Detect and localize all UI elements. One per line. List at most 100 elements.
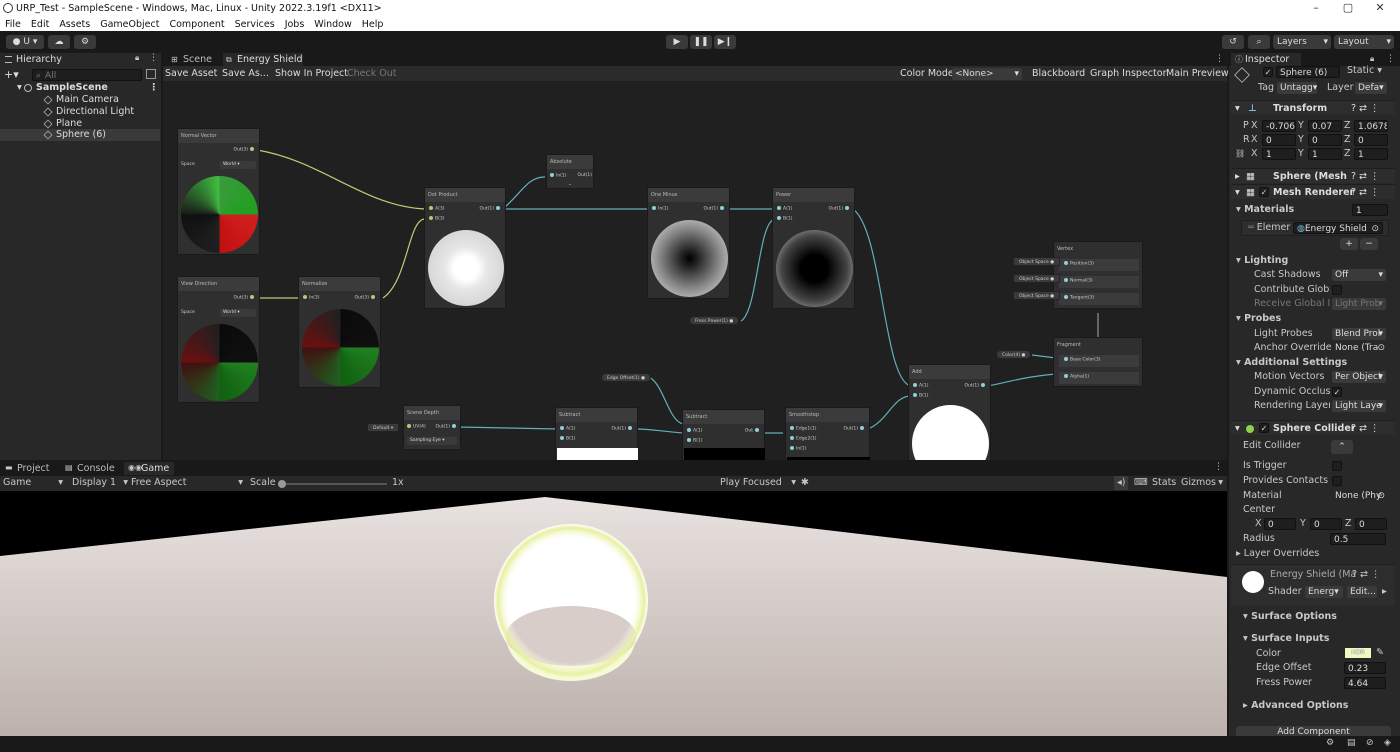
is-trigger-checkbox[interactable]	[1332, 461, 1342, 471]
property-fress-power[interactable]: Fress Power(1) ●	[689, 316, 740, 325]
node-one-minus[interactable]: One Minus In(1) Out(1)	[647, 187, 730, 299]
element-material-field[interactable]: ◍Energy Shield ⊙	[1293, 222, 1383, 234]
fragment-alpha[interactable]: Alpha(1)	[1059, 372, 1139, 384]
scale-z[interactable]: 1	[1354, 148, 1388, 160]
add-object-button[interactable]: +▾	[4, 68, 19, 81]
light-probes-dropdown[interactable]: Blend Prol ▾	[1332, 328, 1386, 340]
blackboard-button[interactable]: Blackboard	[1032, 67, 1085, 81]
radius-field[interactable]: 0.5	[1330, 533, 1386, 545]
lighting-foldout[interactable]: ▾ Lighting	[1236, 254, 1288, 268]
maximize-button[interactable]: ▢	[1332, 0, 1364, 17]
center-x[interactable]: 0	[1264, 518, 1296, 530]
shader-edit-button[interactable]: Edit...	[1347, 586, 1377, 598]
menu-jobs[interactable]: Jobs	[280, 19, 310, 30]
node-normalize[interactable]: Normalize In(3) Out(3)	[298, 276, 381, 388]
display-dropdown[interactable]: Display 1 ▾	[72, 476, 128, 490]
cloud-icon[interactable]: ☁	[48, 35, 70, 49]
play-focused-dropdown[interactable]: Play Focused ▾	[720, 476, 796, 490]
position-z[interactable]: 1.0678	[1354, 120, 1388, 132]
menu-window[interactable]: Window	[309, 19, 356, 30]
scale-y[interactable]: 1	[1308, 148, 1342, 160]
scale-slider-thumb[interactable]	[278, 480, 286, 488]
scale-slider[interactable]	[278, 480, 387, 488]
position-y[interactable]: 0.07	[1308, 120, 1342, 132]
hierarchy-item-directional-light[interactable]: Directional Light	[0, 106, 160, 118]
account-button[interactable]: ● U ▾	[6, 35, 44, 49]
close-button[interactable]: ✕	[1364, 0, 1396, 17]
position-x[interactable]: -0.706	[1262, 120, 1296, 132]
menu-edit[interactable]: Edit	[26, 19, 54, 30]
search-icon[interactable]: ⌕	[1248, 35, 1270, 49]
node-smoothstep[interactable]: Smoothstep Edge1(1) Edge2(1) In(1) Out(1…	[785, 407, 870, 460]
dynamic-occlusion-checkbox[interactable]: ✓	[1332, 387, 1342, 397]
show-in-project-button[interactable]: Show In Project	[275, 67, 348, 81]
keyboard-icon[interactable]: ⌨	[1134, 476, 1148, 490]
space-dropdown[interactable]: World ▾	[220, 161, 256, 169]
save-as-button[interactable]: Save As...	[222, 67, 269, 81]
hierarchy-search[interactable]: ⌕ All	[32, 69, 142, 81]
anchor-override-field[interactable]: None (Tra ⊙	[1332, 342, 1386, 354]
more-icon[interactable]: ⋮	[1215, 54, 1224, 64]
node-dot-product[interactable]: Dot Product A(3) B(3) Out(1)	[424, 187, 506, 309]
more-icon[interactable]: ⋮	[1386, 54, 1395, 64]
materials-count[interactable]: 1	[1352, 204, 1388, 216]
vertex-normal[interactable]: Normal(3)	[1059, 276, 1139, 288]
rotation-z[interactable]: 0	[1354, 134, 1388, 146]
center-z[interactable]: 0	[1355, 518, 1387, 530]
sampling-dropdown[interactable]: Sampling Eye ▾	[407, 437, 457, 445]
layer-dropdown[interactable]: Defa▾	[1355, 82, 1387, 94]
lock-icon[interactable]: 🔒︎	[1370, 54, 1374, 64]
settings-icon[interactable]: ⚙	[74, 35, 96, 49]
graph-canvas[interactable]: Normal Vector Out(3) Space World ▾ View …	[163, 81, 1227, 460]
tag-dropdown[interactable]: Untagg▾	[1277, 82, 1317, 94]
tab-hierarchy[interactable]: Hierarchy	[0, 53, 80, 66]
node-subtract-1[interactable]: Subtract A(1) B(1) Out(1)	[555, 407, 638, 460]
scale-x[interactable]: 1	[1262, 148, 1296, 160]
step-button[interactable]: ▶❙	[714, 35, 736, 49]
node-add[interactable]: Add A(1) B(1) Out(1)	[908, 364, 991, 460]
game-view[interactable]	[0, 491, 1227, 736]
object-name-field[interactable]: Sphere (6)	[1276, 66, 1340, 78]
tab-energy-shield[interactable]: Energy Shield	[223, 53, 303, 66]
rendering-layer-dropdown[interactable]: Light Laye ▾	[1332, 400, 1386, 412]
shader-dropdown[interactable]: Energ▾	[1305, 586, 1343, 598]
history-icon[interactable]: ↺	[1222, 35, 1244, 49]
scene-row[interactable]: ▾ SampleScene ⋮	[0, 82, 160, 94]
gizmos-dropdown[interactable]: Gizmos ▾	[1181, 476, 1223, 490]
remove-material-button[interactable]: −	[1360, 238, 1378, 250]
pause-button[interactable]: ❚❚	[690, 35, 712, 49]
menu-help[interactable]: Help	[357, 19, 389, 30]
menu-services[interactable]: Services	[230, 19, 280, 30]
cast-shadows-dropdown[interactable]: Off ▾	[1332, 269, 1386, 281]
fragment-base-color[interactable]: Base Color(3)	[1059, 355, 1139, 367]
node-view-direction[interactable]: View Direction Out(3) Space World ▾	[177, 276, 260, 403]
add-material-button[interactable]: +	[1340, 238, 1358, 250]
node-absolute[interactable]: Absolute In(1) Out(1) ⌄	[546, 154, 594, 189]
node-power[interactable]: Power A(1) B(1) Out(1)	[772, 187, 855, 309]
surface-options-foldout[interactable]: ▾ Surface Options	[1243, 610, 1337, 624]
advanced-options-foldout[interactable]: ▸ Advanced Options	[1243, 699, 1348, 713]
menu-component[interactable]: Component	[164, 19, 229, 30]
audio-mute-icon[interactable]: ◂)	[1114, 476, 1129, 490]
physic-material-field[interactable]: None (Phy ⊙	[1332, 490, 1386, 502]
surface-inputs-foldout[interactable]: ▾ Surface Inputs	[1243, 632, 1329, 646]
menu-file[interactable]: File	[0, 19, 26, 30]
check-out-button[interactable]: Check Out	[347, 67, 396, 81]
sphere-collider-header[interactable]: ▾ ✓ Sphere Collider? ⇄ ⋮	[1231, 420, 1395, 435]
additional-settings-foldout[interactable]: ▾ Additional Settings	[1236, 356, 1347, 370]
layer-overrides-foldout[interactable]: ▸ Layer Overrides	[1236, 547, 1319, 561]
transform-header[interactable]: ▾ ⊥ Transform? ⇄ ⋮	[1231, 100, 1395, 115]
vertex-block[interactable]: Vertex Position(3) Normal(3) Tangent(3)	[1053, 241, 1143, 309]
game-view-dropdown[interactable]: Game ▾	[3, 476, 63, 490]
material-actions[interactable]: ? ⇄ ⋮	[1352, 568, 1381, 582]
mesh-renderer-enabled[interactable]: ✓	[1259, 187, 1269, 197]
mesh-filter-header[interactable]: ▸ ▦ Sphere (Mesh Fi? ⇄ ⋮	[1231, 168, 1395, 183]
more-icon[interactable]: ⋮	[1214, 462, 1223, 472]
link-scale-icon[interactable]: ⛓	[1235, 147, 1245, 161]
rotation-y[interactable]: 0	[1308, 134, 1342, 146]
lock-icon[interactable]: 🔒︎	[135, 53, 139, 63]
property-edge-offset[interactable]: Edge Offset(1) ●	[601, 373, 652, 382]
vertex-position[interactable]: Position(3)	[1059, 259, 1139, 271]
space-dropdown[interactable]: World ▾	[220, 309, 256, 317]
node-normal-vector[interactable]: Normal Vector Out(3) Space World ▾	[177, 128, 260, 255]
